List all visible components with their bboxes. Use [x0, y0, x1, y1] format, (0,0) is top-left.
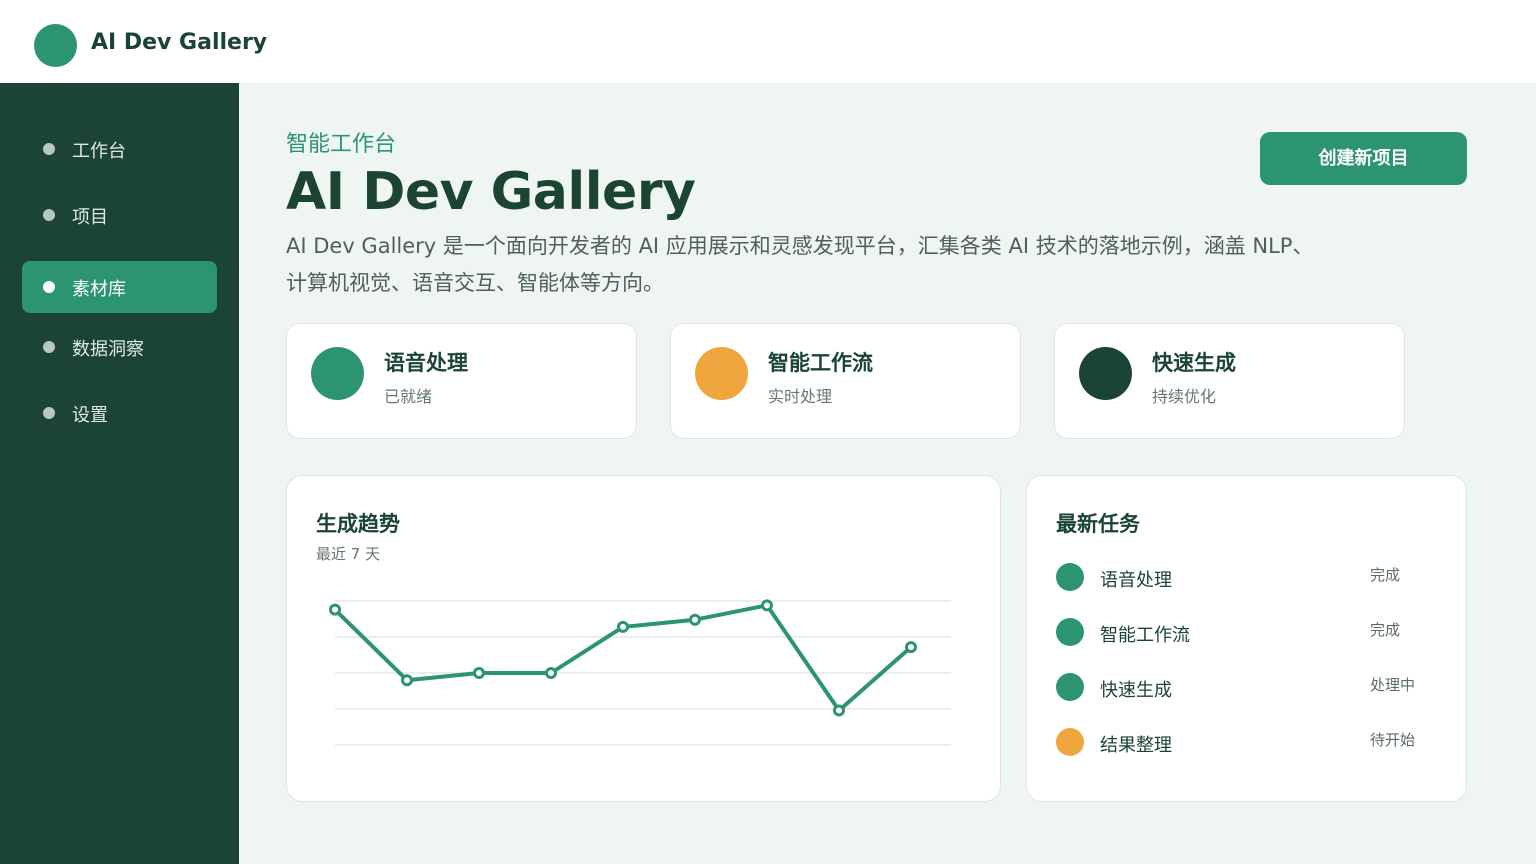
status-dot-icon — [1056, 563, 1084, 591]
task-row[interactable]: 语音处理 完成 — [1056, 562, 1436, 592]
data-point[interactable] — [401, 674, 413, 687]
data-point[interactable] — [329, 603, 341, 616]
task-name: 语音处理 — [1100, 570, 1172, 591]
sidebar-item-insights[interactable]: 数据洞察 — [22, 321, 217, 373]
trend-panel: 生成趋势 最近 7 天 — [286, 475, 1001, 802]
task-name: 智能工作流 — [1100, 625, 1190, 646]
bullet-icon — [43, 209, 55, 221]
data-point[interactable] — [689, 613, 701, 626]
top-bar: AI Dev Gallery — [0, 0, 1536, 83]
page-description: AI Dev Gallery 是一个面向开发者的 AI 应用展示和灵感发现平台，… — [286, 234, 1314, 295]
status-dot-icon — [1056, 728, 1084, 756]
stat-subtitle: 持续优化 — [1152, 387, 1217, 406]
bullet-icon — [43, 407, 55, 419]
stat-subtitle: 已就绪 — [384, 387, 433, 406]
sidebar-item-label: 数据洞察 — [72, 339, 144, 360]
page-title: AI Dev Gallery — [286, 162, 696, 222]
sidebar-item-label: 素材库 — [72, 279, 126, 300]
sidebar-item-assets[interactable]: 素材库 — [22, 261, 217, 313]
status-dot-icon — [311, 347, 364, 400]
sidebar-item-workbench[interactable]: 工作台 — [22, 123, 217, 175]
stat-card-generate[interactable]: 快速生成 持续优化 — [1054, 323, 1405, 439]
bullet-icon — [43, 281, 55, 293]
task-name: 快速生成 — [1100, 680, 1172, 701]
stat-card-voice[interactable]: 语音处理 已就绪 — [286, 323, 637, 439]
sidebar-item-label: 工作台 — [72, 141, 126, 162]
tasks-title: 最新任务 — [1056, 512, 1140, 536]
task-status: 待开始 — [1370, 731, 1416, 749]
task-name: 结果整理 — [1100, 735, 1172, 756]
trend-chart — [329, 599, 951, 746]
sidebar-item-projects[interactable]: 项目 — [22, 189, 217, 241]
task-row[interactable]: 结果整理 待开始 — [1056, 727, 1436, 757]
status-dot-icon — [695, 347, 748, 400]
status-dot-icon — [1056, 618, 1084, 646]
page-eyebrow: 智能工作台 — [286, 132, 397, 157]
stat-subtitle: 实时处理 — [768, 387, 833, 406]
create-project-button[interactable]: 创建新项目 — [1260, 132, 1467, 185]
bullet-icon — [43, 143, 55, 155]
status-dot-icon — [1056, 673, 1084, 701]
status-dot-icon — [1079, 347, 1132, 400]
data-point[interactable] — [905, 641, 917, 654]
task-status: 完成 — [1370, 621, 1401, 639]
data-point[interactable] — [617, 620, 629, 633]
data-point[interactable] — [761, 599, 773, 612]
sidebar-item-settings[interactable]: 设置 — [22, 387, 217, 439]
bullet-icon — [43, 341, 55, 353]
app-title: AI Dev Gallery — [91, 30, 268, 55]
tasks-panel: 最新任务 语音处理 完成 智能工作流 完成 快速生成 处理中 结果整理 待开始 — [1026, 475, 1467, 802]
stat-title: 快速生成 — [1152, 351, 1236, 375]
task-status: 处理中 — [1370, 676, 1416, 694]
stat-title: 语音处理 — [384, 351, 468, 375]
data-point[interactable] — [833, 704, 845, 717]
data-point[interactable] — [545, 667, 557, 679]
sidebar-item-label: 项目 — [72, 207, 108, 228]
stat-title: 智能工作流 — [768, 351, 873, 375]
sidebar: 工作台 项目 素材库 数据洞察 设置 — [0, 83, 239, 864]
task-row[interactable]: 智能工作流 完成 — [1056, 617, 1436, 647]
stat-card-workflow[interactable]: 智能工作流 实时处理 — [670, 323, 1021, 439]
task-status: 完成 — [1370, 566, 1401, 584]
app-logo[interactable] — [34, 24, 77, 67]
task-row[interactable]: 快速生成 处理中 — [1056, 672, 1436, 702]
data-point[interactable] — [473, 667, 485, 679]
sidebar-item-label: 设置 — [72, 405, 108, 426]
